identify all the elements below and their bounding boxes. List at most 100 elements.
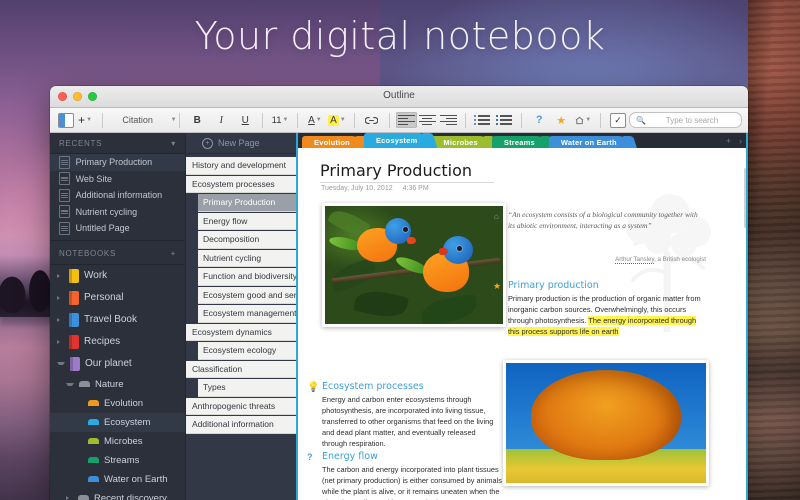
outline-list: History and developmentEcosystem process… xyxy=(186,154,296,434)
disclosure-triangle-icon[interactable] xyxy=(57,318,64,322)
bird-photo[interactable] xyxy=(322,203,506,327)
font-size-dropdown[interactable]: 11 ▼ xyxy=(269,112,291,129)
page-tab[interactable]: Water on Earth xyxy=(549,136,629,148)
disclosure-triangle-icon[interactable] xyxy=(57,340,64,344)
text-color-button[interactable]: A ▼ xyxy=(304,112,326,129)
outline-item[interactable]: Ecosystem ecology xyxy=(198,342,296,360)
recent-item[interactable]: Untitled Page xyxy=(50,220,185,237)
notebook-item[interactable]: Personal xyxy=(50,287,185,309)
add-tab-button[interactable]: + xyxy=(726,136,731,146)
page-tab[interactable]: Ecosystem xyxy=(364,133,429,148)
underline-button[interactable]: U xyxy=(234,112,256,129)
highlight-color-label: A xyxy=(328,115,339,126)
home-tag-button[interactable]: ▼ xyxy=(572,112,594,129)
outline-item[interactable]: Decomposition xyxy=(198,231,296,249)
notebook-item[interactable]: Work xyxy=(50,265,185,287)
notebook-item[interactable]: Evolution xyxy=(50,394,185,413)
disclosure-triangle-icon[interactable] xyxy=(57,274,64,278)
page-tab-label: Evolution xyxy=(314,138,350,147)
add-notebook-icon[interactable]: + xyxy=(171,249,176,258)
outline-item[interactable]: Ecosystem management xyxy=(198,305,296,323)
outline-item[interactable]: Ecosystem processes xyxy=(186,176,296,194)
paragraph-style-dropdown[interactable]: Citation ▼ xyxy=(109,112,174,129)
chevron-down-icon[interactable]: ▾ xyxy=(171,139,176,148)
link-icon[interactable] xyxy=(361,112,383,129)
outline-item[interactable]: History and development xyxy=(186,157,296,175)
align-center-button[interactable] xyxy=(417,112,438,128)
page-date: Tuesday, July 10, 2012 xyxy=(321,185,393,192)
recent-item[interactable]: Primary Production xyxy=(50,154,185,171)
outline-item[interactable]: Types xyxy=(198,379,296,397)
disclosure-triangle-icon[interactable] xyxy=(57,296,64,300)
notebook-icon xyxy=(69,335,79,349)
notebook-item[interactable]: Nature xyxy=(50,375,185,394)
window-titlebar[interactable]: Outline xyxy=(50,86,748,108)
notebook-item[interactable]: Streams xyxy=(50,451,185,470)
outline-item[interactable]: Classification xyxy=(186,361,296,379)
numbered-list-button[interactable] xyxy=(493,112,515,129)
recent-item[interactable]: Additional information xyxy=(50,187,185,204)
page-datetime: Tuesday, July 10, 2012 4:36 PM xyxy=(321,185,429,192)
recent-item[interactable]: Nutrient cycling xyxy=(50,204,185,221)
search-input[interactable] xyxy=(649,115,735,126)
toolbar-divider xyxy=(102,113,103,128)
notebook-icon xyxy=(70,357,80,371)
page-tab[interactable]: Streams xyxy=(492,136,547,148)
disclosure-triangle-icon[interactable] xyxy=(57,362,65,365)
bird-right xyxy=(417,230,497,300)
notebook-item[interactable]: Travel Book xyxy=(50,309,185,331)
outline-item[interactable]: Ecosystem dynamics xyxy=(186,324,296,342)
notebook-label: Personal xyxy=(84,292,123,303)
recent-item[interactable]: Web Site xyxy=(50,171,185,188)
tab-controls: + › xyxy=(726,136,748,148)
outline-item[interactable]: Anthropogenic threats xyxy=(186,398,296,416)
tab-overflow-button[interactable]: › xyxy=(739,136,742,146)
highlight-color-button[interactable]: A ▼ xyxy=(326,112,348,129)
search-field[interactable]: 🔍 xyxy=(629,112,742,128)
notebook-item[interactable]: Our planet xyxy=(50,353,185,375)
bulleted-list-button[interactable] xyxy=(471,112,493,129)
recent-item-label: Untitled Page xyxy=(76,223,130,233)
align-right-button[interactable] xyxy=(438,112,459,128)
page-panel: Evolution EcosystemMicrobesStreamsWater o… xyxy=(296,133,748,500)
outline-item[interactable]: Function and biodiversity xyxy=(198,268,296,286)
disclosure-triangle-icon[interactable] xyxy=(66,496,73,500)
italic-button[interactable]: I xyxy=(208,112,234,129)
notebook-item[interactable]: Water on Earth xyxy=(50,470,185,489)
page-time: 4:36 PM xyxy=(403,185,429,192)
page-tab[interactable]: Evolution xyxy=(302,136,362,148)
outline-item[interactable]: Primary Production xyxy=(198,194,296,212)
disclosure-triangle-icon[interactable] xyxy=(66,383,74,386)
notebook-item[interactable]: Recipes xyxy=(50,331,185,353)
checkbox-icon: ✓ xyxy=(610,113,626,128)
autumn-tree-photo[interactable] xyxy=(503,360,709,486)
notebook-item[interactable]: Recent discovery xyxy=(50,489,185,500)
toolbar-divider xyxy=(179,113,180,128)
toolbar-divider xyxy=(354,113,355,128)
notebook-item[interactable]: Ecosystem xyxy=(50,413,185,432)
recents-section-header[interactable]: RECENTS ▾ xyxy=(50,133,185,154)
chevron-down-icon: ▼ xyxy=(585,117,591,123)
notebook-item[interactable]: Microbes xyxy=(50,432,185,451)
outline-item[interactable]: Nutrient cycling xyxy=(198,250,296,268)
checkbox-tag-button[interactable]: ✓ xyxy=(607,112,629,129)
new-page-button[interactable]: + New Page xyxy=(186,133,296,154)
page-content[interactable]: Primary Production Tuesday, July 10, 201… xyxy=(298,148,748,500)
outline-item[interactable]: Ecosystem good and services xyxy=(198,287,296,305)
bird-beak xyxy=(439,248,448,255)
outline-item[interactable]: Energy flow xyxy=(198,213,296,231)
align-left-button[interactable] xyxy=(396,112,417,128)
outline-item[interactable]: Additional information xyxy=(186,416,296,434)
toolbar: + ▼ Citation ▼ B I U 11 ▼ A ▼ A ▼ xyxy=(50,108,748,133)
page-tab[interactable]: Microbes xyxy=(431,136,490,148)
page-icon xyxy=(59,222,70,235)
notebooks-section-header[interactable]: NOTEBOOKS + xyxy=(50,244,185,265)
tree-crown xyxy=(531,370,681,460)
add-button[interactable]: + ▼ xyxy=(74,112,96,129)
sidebar-toggle-icon[interactable] xyxy=(58,113,74,128)
chevron-down-icon: ▼ xyxy=(171,117,177,123)
question-tag-button[interactable]: ? xyxy=(528,112,550,129)
star-tag-button[interactable]: ★ xyxy=(550,112,572,129)
chevron-down-icon: ▼ xyxy=(283,117,289,123)
bold-button[interactable]: B xyxy=(186,112,208,129)
